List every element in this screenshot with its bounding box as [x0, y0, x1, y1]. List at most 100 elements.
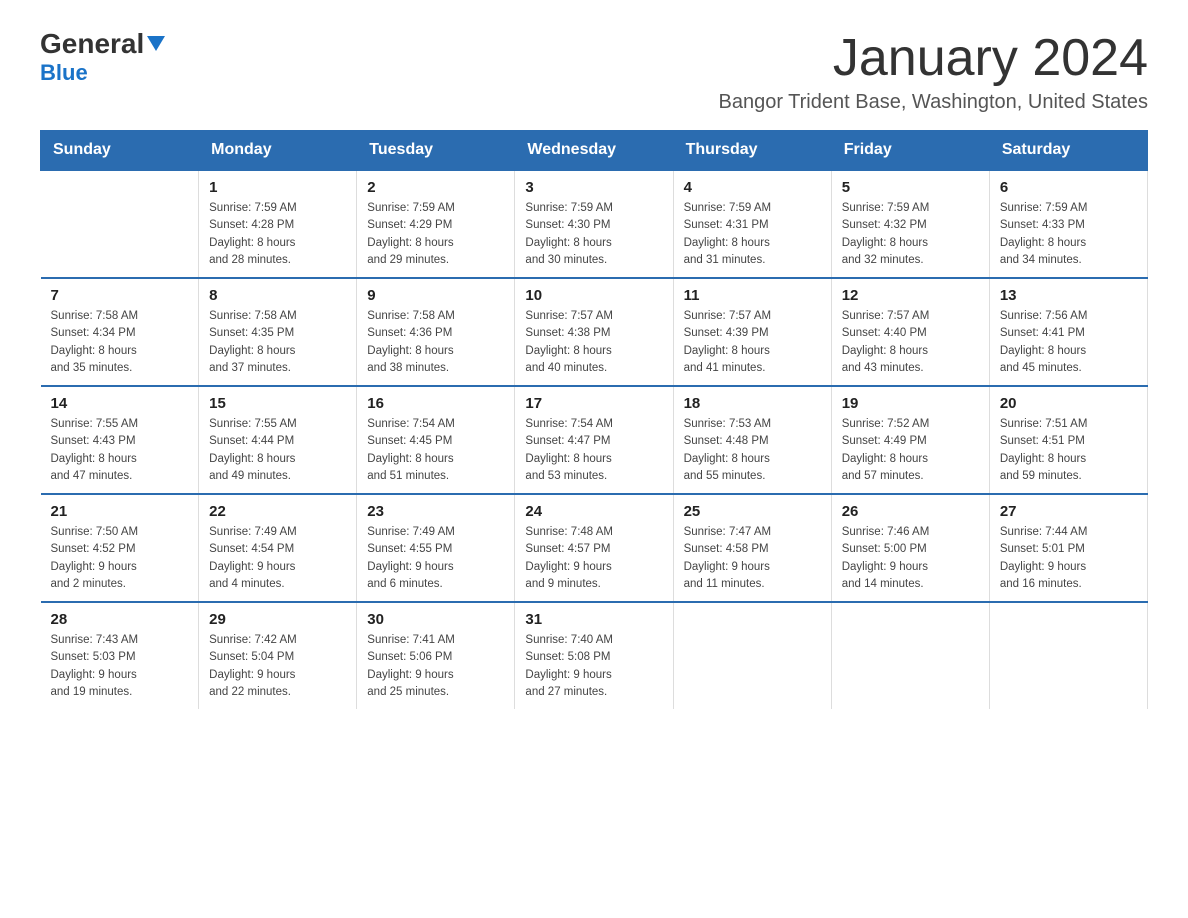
calendar-day-empty	[41, 170, 199, 278]
weekday-header-tuesday: Tuesday	[357, 131, 515, 171]
calendar-week-row: 21 Sunrise: 7:50 AMSunset: 4:52 PMDayligh…	[41, 494, 1148, 602]
calendar-day-22: 22 Sunrise: 7:49 AMSunset: 4:54 PMDayligh…	[199, 494, 357, 602]
calendar-day-empty	[673, 602, 831, 709]
calendar-day-23: 23Sunrise: 7:49 AMSunset: 4:55 PMDayligh…	[357, 494, 515, 602]
day-info: Sunrise: 7:54 AMSunset: 4:45 PMDaylight:…	[367, 416, 504, 485]
day-number: 21	[51, 503, 189, 520]
calendar-week-row: 28 Sunrise: 7:43 AMSunset: 5:03 PMDayligh…	[41, 602, 1148, 709]
day-number: 27	[1000, 503, 1137, 520]
calendar-day-29: 29 Sunrise: 7:42 AMSunset: 5:04 PMDayligh…	[199, 602, 357, 709]
calendar-week-row: 7 Sunrise: 7:58 AMSunset: 4:34 PMDaylight…	[41, 278, 1148, 386]
calendar-day-9: 9Sunrise: 7:58 AMSunset: 4:36 PMDaylight…	[357, 278, 515, 386]
day-info: Sunrise: 7:43 AMSunset: 5:03 PMDaylight:…	[51, 632, 189, 701]
day-number: 19	[842, 395, 979, 412]
day-info: Sunrise: 7:55 AMSunset: 4:43 PMDaylight:…	[51, 416, 189, 485]
calendar-day-6: 6 Sunrise: 7:59 AMSunset: 4:33 PMDaylight…	[989, 170, 1147, 278]
day-info: Sunrise: 7:46 AMSunset: 5:00 PMDaylight:…	[842, 524, 979, 593]
calendar-day-25: 25 Sunrise: 7:47 AMSunset: 4:58 PMDayligh…	[673, 494, 831, 602]
calendar-week-row: 1 Sunrise: 7:59 AMSunset: 4:28 PMDaylight…	[41, 170, 1148, 278]
calendar-week-row: 14 Sunrise: 7:55 AMSunset: 4:43 PMDayligh…	[41, 386, 1148, 494]
day-number: 22	[209, 503, 346, 520]
day-number: 3	[525, 179, 662, 196]
calendar-day-4: 4Sunrise: 7:59 AMSunset: 4:31 PMDaylight…	[673, 170, 831, 278]
day-info: Sunrise: 7:53 AMSunset: 4:48 PMDaylight:…	[684, 416, 821, 485]
calendar-day-20: 20 Sunrise: 7:51 AMSunset: 4:51 PMDayligh…	[989, 386, 1147, 494]
calendar-day-31: 31Sunrise: 7:40 AMSunset: 5:08 PMDayligh…	[515, 602, 673, 709]
day-info: Sunrise: 7:59 AMSunset: 4:29 PMDaylight:…	[367, 200, 504, 269]
calendar-day-7: 7 Sunrise: 7:58 AMSunset: 4:34 PMDaylight…	[41, 278, 199, 386]
logo-blue: Blue	[40, 60, 88, 86]
day-number: 24	[525, 503, 662, 520]
day-info: Sunrise: 7:58 AMSunset: 4:35 PMDaylight:…	[209, 308, 346, 377]
day-number: 20	[1000, 395, 1137, 412]
day-info: Sunrise: 7:50 AMSunset: 4:52 PMDaylight:…	[51, 524, 189, 593]
calendar-day-empty	[831, 602, 989, 709]
day-info: Sunrise: 7:41 AMSunset: 5:06 PMDaylight:…	[367, 632, 504, 701]
day-info: Sunrise: 7:58 AMSunset: 4:34 PMDaylight:…	[51, 308, 189, 377]
day-number: 14	[51, 395, 189, 412]
weekday-header-wednesday: Wednesday	[515, 131, 673, 171]
calendar-day-empty	[989, 602, 1147, 709]
day-number: 30	[367, 611, 504, 628]
weekday-header-monday: Monday	[199, 131, 357, 171]
calendar-day-19: 19 Sunrise: 7:52 AMSunset: 4:49 PMDayligh…	[831, 386, 989, 494]
weekday-header-thursday: Thursday	[673, 131, 831, 171]
day-number: 4	[684, 179, 821, 196]
day-info: Sunrise: 7:55 AMSunset: 4:44 PMDaylight:…	[209, 416, 346, 485]
day-info: Sunrise: 7:49 AMSunset: 4:54 PMDaylight:…	[209, 524, 346, 593]
day-info: Sunrise: 7:56 AMSunset: 4:41 PMDaylight:…	[1000, 308, 1137, 377]
day-info: Sunrise: 7:47 AMSunset: 4:58 PMDaylight:…	[684, 524, 821, 593]
calendar-day-27: 27Sunrise: 7:44 AMSunset: 5:01 PMDayligh…	[989, 494, 1147, 602]
calendar-day-8: 8Sunrise: 7:58 AMSunset: 4:35 PMDaylight…	[199, 278, 357, 386]
day-info: Sunrise: 7:51 AMSunset: 4:51 PMDaylight:…	[1000, 416, 1137, 485]
calendar-day-15: 15 Sunrise: 7:55 AMSunset: 4:44 PMDayligh…	[199, 386, 357, 494]
day-number: 2	[367, 179, 504, 196]
day-info: Sunrise: 7:48 AMSunset: 4:57 PMDaylight:…	[525, 524, 662, 593]
day-number: 7	[51, 287, 189, 304]
weekday-header-saturday: Saturday	[989, 131, 1147, 171]
day-info: Sunrise: 7:59 AMSunset: 4:32 PMDaylight:…	[842, 200, 979, 269]
title-block: January 2024 Bangor Trident Base, Washin…	[718, 30, 1148, 114]
weekday-header-friday: Friday	[831, 131, 989, 171]
calendar-day-28: 28 Sunrise: 7:43 AMSunset: 5:03 PMDayligh…	[41, 602, 199, 709]
page-title: January 2024	[718, 30, 1148, 87]
day-number: 17	[525, 395, 662, 412]
day-info: Sunrise: 7:57 AMSunset: 4:38 PMDaylight:…	[525, 308, 662, 377]
page-header: General Blue January 2024 Bangor Trident…	[40, 30, 1148, 114]
day-number: 11	[684, 287, 821, 304]
calendar-day-5: 5Sunrise: 7:59 AMSunset: 4:32 PMDaylight…	[831, 170, 989, 278]
logo: General Blue	[40, 30, 165, 86]
calendar-day-11: 11 Sunrise: 7:57 AMSunset: 4:39 PMDayligh…	[673, 278, 831, 386]
calendar-day-17: 17 Sunrise: 7:54 AMSunset: 4:47 PMDayligh…	[515, 386, 673, 494]
day-info: Sunrise: 7:54 AMSunset: 4:47 PMDaylight:…	[525, 416, 662, 485]
day-info: Sunrise: 7:49 AMSunset: 4:55 PMDaylight:…	[367, 524, 504, 593]
calendar-day-10: 10Sunrise: 7:57 AMSunset: 4:38 PMDayligh…	[515, 278, 673, 386]
day-info: Sunrise: 7:58 AMSunset: 4:36 PMDaylight:…	[367, 308, 504, 377]
day-number: 29	[209, 611, 346, 628]
logo-text: General	[40, 30, 165, 58]
page-subtitle: Bangor Trident Base, Washington, United …	[718, 91, 1148, 114]
calendar-day-14: 14 Sunrise: 7:55 AMSunset: 4:43 PMDayligh…	[41, 386, 199, 494]
calendar-day-21: 21 Sunrise: 7:50 AMSunset: 4:52 PMDayligh…	[41, 494, 199, 602]
day-number: 6	[1000, 179, 1137, 196]
day-info: Sunrise: 7:59 AMSunset: 4:30 PMDaylight:…	[525, 200, 662, 269]
day-number: 12	[842, 287, 979, 304]
day-number: 28	[51, 611, 189, 628]
day-number: 15	[209, 395, 346, 412]
day-info: Sunrise: 7:57 AMSunset: 4:40 PMDaylight:…	[842, 308, 979, 377]
calendar-header-row: SundayMondayTuesdayWednesdayThursdayFrid…	[41, 131, 1148, 171]
day-info: Sunrise: 7:52 AMSunset: 4:49 PMDaylight:…	[842, 416, 979, 485]
day-number: 1	[209, 179, 346, 196]
calendar-table: SundayMondayTuesdayWednesdayThursdayFrid…	[40, 130, 1148, 709]
day-number: 25	[684, 503, 821, 520]
calendar-day-16: 16 Sunrise: 7:54 AMSunset: 4:45 PMDayligh…	[357, 386, 515, 494]
calendar-day-12: 12 Sunrise: 7:57 AMSunset: 4:40 PMDayligh…	[831, 278, 989, 386]
calendar-day-3: 3 Sunrise: 7:59 AMSunset: 4:30 PMDaylight…	[515, 170, 673, 278]
day-info: Sunrise: 7:57 AMSunset: 4:39 PMDaylight:…	[684, 308, 821, 377]
weekday-header-sunday: Sunday	[41, 131, 199, 171]
day-info: Sunrise: 7:42 AMSunset: 5:04 PMDaylight:…	[209, 632, 346, 701]
calendar-day-18: 18Sunrise: 7:53 AMSunset: 4:48 PMDayligh…	[673, 386, 831, 494]
day-info: Sunrise: 7:59 AMSunset: 4:33 PMDaylight:…	[1000, 200, 1137, 269]
day-info: Sunrise: 7:59 AMSunset: 4:28 PMDaylight:…	[209, 200, 346, 269]
day-number: 16	[367, 395, 504, 412]
